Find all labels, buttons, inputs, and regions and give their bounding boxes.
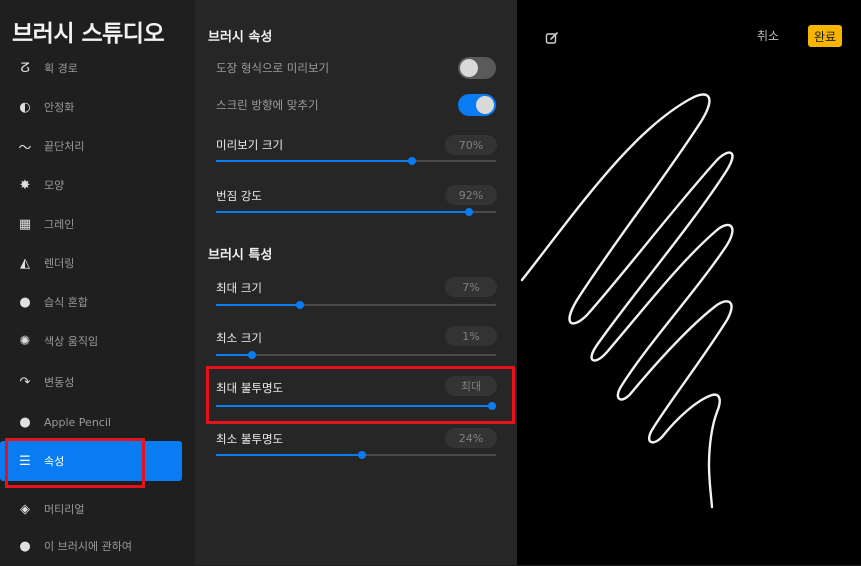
stroke-path-icon: ⵒ	[20, 60, 30, 76]
preview-size-label: 미리보기 크기	[216, 138, 284, 152]
sidebar-item-label: Apple Pencil	[44, 415, 111, 429]
slider-thumb[interactable]	[465, 208, 474, 216]
drawing-pad[interactable]: 취소 완료	[517, 0, 861, 565]
sidebar-item-color-dynamics[interactable]: ✺ 색상 움직임	[0, 321, 195, 361]
sidebar-item-apple-pencil[interactable]: ● Apple Pencil	[0, 402, 195, 442]
slider-thumb[interactable]	[357, 451, 366, 459]
max-size-label: 최대 크기	[216, 281, 262, 295]
stabilization-icon: ◐	[19, 99, 31, 115]
color-dynamics-icon: ✺	[19, 333, 31, 349]
taper-icon: 〜	[18, 140, 32, 156]
sidebar-item-label: 변동성	[44, 376, 75, 389]
slider-fill	[216, 160, 412, 162]
sidebar-item-shape[interactable]: ✸ 모양	[0, 165, 195, 205]
shape-icon: ✸	[19, 177, 31, 193]
min-size-slider[interactable]	[216, 351, 496, 359]
sidebar-item-label: 이 브러시에 관하여	[44, 540, 132, 553]
toggle-knob	[460, 59, 478, 77]
slider-fill	[216, 304, 300, 306]
min-size-value[interactable]: 1%	[445, 326, 497, 346]
section-header-brush-properties: 브러시 속성	[208, 30, 273, 45]
slider-fill	[216, 405, 492, 407]
brush-stroke-preview	[520, 93, 734, 509]
sidebar-item-label: 그레인	[44, 218, 75, 231]
settings-panel: 브러시 속성 도장 형식으로 미리보기 스크린 방향에 맞추기 미리보기 크기 …	[195, 0, 517, 565]
dynamics-icon: ↷	[19, 374, 31, 390]
sidebar-item-material[interactable]: ◈ 머티리얼	[0, 489, 195, 529]
sidebar-item-wet-mix[interactable]: ● 습식 혼합	[0, 282, 195, 322]
orient-screen-label: 스크린 방향에 맞추기	[216, 98, 319, 112]
max-opacity-value[interactable]: 최대	[445, 376, 497, 396]
sidebar-item-label: 획 경로	[44, 62, 78, 75]
sidebar-item-label: 색상 움직임	[44, 335, 99, 348]
smudge-slider[interactable]	[216, 208, 496, 216]
rendering-icon: ◭	[20, 255, 30, 271]
max-opacity-slider[interactable]	[216, 402, 496, 410]
sidebar-item-dynamics[interactable]: ↷ 변동성	[0, 362, 195, 402]
sidebar: 브러시 스튜디오 ⵒ 획 경로 ◐ 안정화 〜 끝단처리 ✸ 모양 ▦ 그레인 …	[0, 0, 195, 565]
material-icon: ◈	[20, 501, 30, 517]
properties-icon: ☰	[19, 453, 31, 469]
slider-thumb[interactable]	[487, 402, 496, 410]
slider-thumb[interactable]	[296, 301, 304, 309]
sidebar-item-stroke-path[interactable]: ⵒ 획 경로	[0, 48, 195, 88]
toggle-knob	[476, 96, 494, 114]
stamp-preview-label: 도장 형식으로 미리보기	[216, 61, 330, 75]
sidebar-item-grain[interactable]: ▦ 그레인	[0, 204, 195, 244]
preview-size-slider[interactable]	[216, 157, 496, 165]
about-brush-icon: ●	[19, 538, 31, 554]
slider-thumb[interactable]	[408, 157, 416, 165]
max-opacity-label: 최대 불투명도	[216, 381, 284, 395]
preview-size-value[interactable]: 70%	[445, 135, 497, 155]
sidebar-item-properties[interactable]: ☰ 속성	[0, 441, 182, 481]
max-size-slider[interactable]	[216, 301, 496, 309]
sidebar-item-label: 습식 혼합	[44, 296, 88, 309]
slider-fill	[216, 354, 253, 356]
sidebar-item-about-brush[interactable]: ● 이 브러시에 관하여	[0, 526, 195, 566]
min-opacity-value[interactable]: 24%	[445, 428, 497, 448]
apple-pencil-icon: ●	[19, 414, 31, 430]
slider-thumb[interactable]	[248, 351, 257, 359]
smudge-value[interactable]: 92%	[445, 185, 497, 205]
page-title: 브러시 스튜디오	[12, 21, 165, 47]
grain-icon: ▦	[18, 216, 32, 232]
slider-fill	[216, 454, 362, 456]
min-size-label: 최소 크기	[216, 331, 262, 345]
stamp-preview-toggle[interactable]	[458, 57, 496, 79]
sidebar-item-rendering[interactable]: ◭ 렌더링	[0, 243, 195, 283]
sidebar-item-stabilization[interactable]: ◐ 안정화	[0, 87, 195, 127]
min-opacity-slider[interactable]	[216, 451, 496, 459]
sidebar-item-label: 머티리얼	[44, 503, 85, 516]
smudge-label: 번짐 강도	[216, 189, 262, 203]
sidebar-item-taper[interactable]: 〜 끝단처리	[0, 126, 195, 166]
sidebar-item-label: 안정화	[44, 101, 75, 114]
min-opacity-label: 최소 불투명도	[216, 432, 284, 446]
slider-fill	[216, 211, 470, 213]
sidebar-item-label: 끝단처리	[44, 140, 85, 153]
section-header-brush-behavior: 브러시 특성	[208, 248, 273, 263]
sidebar-item-label: 모양	[44, 179, 65, 192]
max-size-value[interactable]: 7%	[445, 277, 497, 297]
orient-screen-toggle[interactable]	[458, 94, 496, 116]
sidebar-item-label: 속성	[44, 455, 65, 468]
sidebar-item-label: 렌더링	[44, 257, 75, 270]
wet-mix-icon: ●	[19, 294, 31, 310]
